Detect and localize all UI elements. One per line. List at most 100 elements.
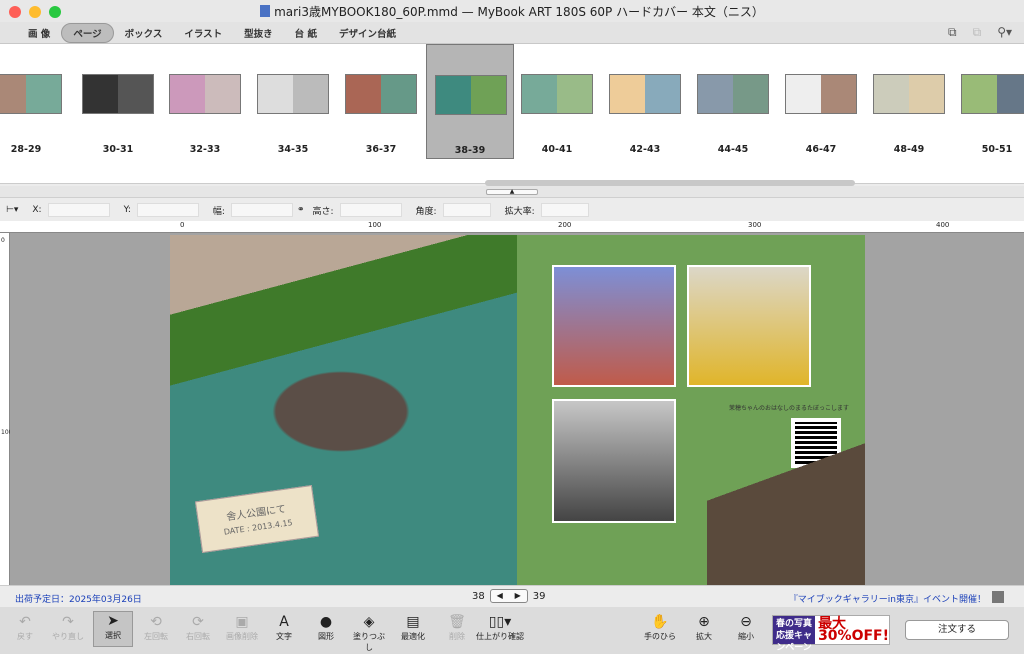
- zoom-out-button[interactable]: ⊖ 縮小: [726, 613, 766, 642]
- tab-mount[interactable]: 台 紙: [284, 24, 328, 42]
- tab-image[interactable]: 画 像: [17, 24, 61, 42]
- tab-cutout[interactable]: 型抜き: [233, 24, 284, 42]
- thumbnail-32-33[interactable]: 32-33: [161, 44, 249, 159]
- undo-icon: ↶: [19, 614, 31, 630]
- shape-button[interactable]: ● 図形: [306, 613, 346, 642]
- window-controls: [9, 6, 61, 18]
- thumbnail-42-43[interactable]: 42-43: [601, 44, 689, 159]
- bottom-toolbar: ↶ 戻す ↷ やり直し ➤ 選択 ⟲ 左回転 ⟳ 右回転 ▣ 画像削除 A 文字 ● 図形 ◈ 塗…: [0, 607, 1024, 654]
- hand-icon: ✋: [651, 614, 669, 630]
- y-field[interactable]: [136, 203, 199, 217]
- ruler-mark: 300: [748, 221, 762, 229]
- tab-design-mount[interactable]: デザイン台紙: [328, 24, 407, 42]
- thumbnail-48-49[interactable]: 48-49: [865, 44, 953, 159]
- copy-icon[interactable]: ⧉: [948, 25, 957, 40]
- window-title: mari3歳MYBOOK180_60P.mmd — MyBook ART 180…: [274, 4, 764, 19]
- align-icon[interactable]: ⊢▾: [6, 205, 18, 215]
- splitter-handle[interactable]: ▲: [486, 189, 538, 195]
- event-news-link[interactable]: 『マイブックギャラリーin東京』イベント開催！: [789, 592, 986, 605]
- zoom-out-icon: ⊖: [740, 614, 752, 630]
- thumbnail-34-35[interactable]: 34-35: [249, 44, 337, 159]
- thumbnail-38-39[interactable]: 38-39: [426, 44, 514, 159]
- close-window-button[interactable]: [9, 6, 21, 18]
- optimize-button[interactable]: ▤ 最適化: [393, 613, 433, 642]
- hand-tool-button[interactable]: ✋ 手のひら: [640, 613, 680, 642]
- redo-icon: ↷: [62, 614, 74, 630]
- rotate-left-button[interactable]: ⟲ 左回転: [136, 613, 176, 642]
- photo-dad-daughter[interactable]: [552, 399, 676, 523]
- ruler-mark: 0: [1, 237, 5, 244]
- page-thumbnail-strip: 28-29 30-31 32-33 34-35 36-37 38-39 40-4…: [0, 44, 1024, 184]
- thumbnail-46-47[interactable]: 46-47: [777, 44, 865, 159]
- page-spread: 舎人公園にて DATE : 2013.4.15 茉穂ちゃんのおはなしのまるたぼっ…: [170, 235, 865, 585]
- zoom-label: 拡大率:: [504, 206, 535, 217]
- ruler-mark: 200: [558, 221, 572, 229]
- page-nav-buttons[interactable]: ◀ ▶: [489, 589, 528, 603]
- zoom-window-button[interactable]: [49, 6, 61, 18]
- paste-icon[interactable]: ⧉: [973, 25, 982, 40]
- y-label: Y:: [123, 205, 131, 215]
- page-navigator: 38 ◀ ▶ 39: [472, 589, 545, 603]
- x-field[interactable]: [47, 203, 110, 217]
- photo-yellow-tube[interactable]: [687, 265, 811, 387]
- undo-button[interactable]: ↶ 戻す: [5, 613, 45, 642]
- thumbnail-30-31[interactable]: 30-31: [74, 44, 162, 159]
- horizontal-ruler: 0 100 200 300 400: [0, 221, 1024, 233]
- zoom-field[interactable]: [540, 203, 589, 217]
- left-page[interactable]: 舎人公園にて DATE : 2013.4.15: [170, 235, 517, 585]
- next-page-icon[interactable]: ▶: [515, 590, 521, 602]
- width-label: 幅:: [212, 206, 225, 217]
- splitter[interactable]: ▲: [0, 186, 1024, 198]
- search-icon[interactable]: ⚲▾: [997, 25, 1012, 40]
- paint-bucket-icon: ◈: [363, 614, 375, 630]
- page-left-number: 38: [472, 590, 485, 602]
- status-bar: 出荷予定日：2025年03月26日 38 ◀ ▶ 39 『マイブックギャラリーin…: [0, 585, 1024, 607]
- fullscreen-icon[interactable]: [992, 591, 1004, 603]
- thumbnail-40-41[interactable]: 40-41: [513, 44, 601, 159]
- campaign-banner[interactable]: 春の写真応援キャンペーン 最大30%OFF!: [772, 615, 890, 653]
- optimize-icon: ▤: [406, 614, 420, 630]
- thumbnail-44-45[interactable]: 44-45: [689, 44, 777, 159]
- minimize-window-button[interactable]: [29, 6, 41, 18]
- ship-date: 出荷予定日：2025年03月26日: [15, 595, 142, 605]
- rotate-right-button[interactable]: ⟳ 右回転: [178, 613, 218, 642]
- text-button[interactable]: A 文字: [264, 613, 304, 642]
- zoom-in-button[interactable]: ⊕ 拡大: [684, 613, 724, 642]
- zoom-in-icon: ⊕: [698, 614, 710, 630]
- ruler-mark: 0: [180, 221, 185, 229]
- angle-label: 角度:: [415, 206, 437, 217]
- link-icon[interactable]: ⚭: [297, 205, 305, 215]
- thumbnail-36-37[interactable]: 36-37: [337, 44, 425, 159]
- photo-playground-net[interactable]: [552, 265, 676, 387]
- x-label: X:: [32, 205, 42, 215]
- thumbnail-50-51[interactable]: 50-51: [953, 44, 1024, 159]
- right-page[interactable]: 茉穂ちゃんのおはなしのまるたぼっこします: [517, 235, 865, 585]
- photo-caption[interactable]: 茉穂ちゃんのおはなしのまるたぼっこします: [729, 403, 849, 412]
- trash-button[interactable]: 🗑 削除: [437, 613, 477, 642]
- tab-page[interactable]: ページ: [61, 22, 114, 43]
- finish-check-button[interactable]: ▯▯▾ 仕上がり確認: [475, 613, 525, 642]
- prev-page-icon[interactable]: ◀: [497, 590, 503, 602]
- order-button[interactable]: 注文する: [905, 620, 1009, 640]
- fill-button[interactable]: ◈ 塗りつぶし: [349, 613, 389, 653]
- height-label: 高さ:: [312, 206, 334, 217]
- people-on-sled-photo: [220, 340, 440, 470]
- book-preview-icon: ▯▯▾: [488, 614, 512, 630]
- delete-image-button[interactable]: ▣ 画像削除: [222, 613, 262, 642]
- tab-illust[interactable]: イラスト: [173, 24, 233, 42]
- select-button[interactable]: ➤ 選択: [93, 611, 133, 647]
- height-field[interactable]: [339, 203, 402, 217]
- thumbnail-28-29[interactable]: 28-29: [0, 44, 70, 159]
- rotate-right-icon: ⟳: [192, 614, 204, 630]
- ruler-mark: 400: [936, 221, 950, 229]
- redo-button[interactable]: ↷ やり直し: [48, 613, 88, 642]
- document-icon: [260, 5, 271, 17]
- ruler-mark: 100: [368, 221, 382, 229]
- child-reading-photo: [707, 440, 865, 585]
- editing-canvas[interactable]: 舎人公園にて DATE : 2013.4.15 茉穂ちゃんのおはなしのまるたぼっ…: [10, 233, 1024, 585]
- shape-icon: ●: [319, 614, 333, 630]
- title-bar: mari3歳MYBOOK180_60P.mmd — MyBook ART 180…: [0, 0, 1024, 22]
- angle-field[interactable]: [442, 203, 491, 217]
- width-field[interactable]: [230, 203, 293, 217]
- tab-box[interactable]: ボックス: [114, 24, 174, 42]
